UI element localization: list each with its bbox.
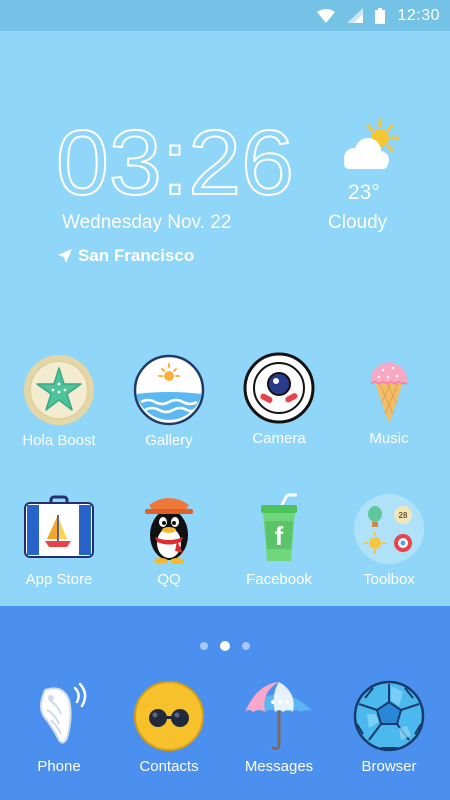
app-label: Hola Boost <box>22 432 96 449</box>
soccer-ball-icon <box>353 680 425 752</box>
page-dot[interactable] <box>200 642 208 650</box>
dock-phone[interactable]: Phone <box>9 680 109 775</box>
ice-cream-icon <box>353 352 425 424</box>
status-icons: 12:30 <box>317 5 440 26</box>
page-dot[interactable] <box>242 642 250 650</box>
dock-browser[interactable]: Browser <box>339 680 439 775</box>
battery-icon <box>375 7 386 24</box>
suitcase-icon <box>23 493 95 565</box>
app-toolbox[interactable]: 28 Toolbox <box>339 493 439 588</box>
dock-contacts[interactable]: Contacts <box>119 680 219 775</box>
wifi-icon <box>317 8 336 23</box>
sunglasses-face-icon <box>133 680 205 752</box>
dock: Phone Contacts Messages Browser <box>0 606 450 800</box>
drink-cup-icon: f <box>243 493 315 565</box>
svg-text:f: f <box>275 521 284 551</box>
umbrella-icon <box>243 680 315 752</box>
app-facebook[interactable]: f Facebook <box>229 493 329 588</box>
app-qq[interactable]: QQ <box>119 493 219 588</box>
app-app-store[interactable]: App Store <box>9 493 109 588</box>
clock-widget[interactable]: 03:26 <box>55 111 296 215</box>
seashell-icon <box>23 680 95 752</box>
app-label: Music <box>369 430 409 447</box>
camera-lens-icon <box>243 352 315 424</box>
location-arrow-icon <box>58 249 72 263</box>
status-bar: 12:30 <box>0 0 450 31</box>
toolbox-grid-icon: 28 <box>353 493 425 565</box>
app-label: Gallery <box>145 432 193 449</box>
dock-messages[interactable]: Messages <box>229 680 329 775</box>
location-label: San Francisco <box>78 246 195 265</box>
clock-time: 03:26 <box>56 120 294 200</box>
app-gallery[interactable]: Gallery <box>119 354 219 449</box>
app-label: Phone <box>37 758 81 775</box>
signal-icon <box>347 8 364 23</box>
status-time: 12:30 <box>397 6 440 24</box>
app-label: Messages <box>244 758 314 775</box>
app-label: Contacts <box>139 758 199 775</box>
app-label: Facebook <box>246 571 312 588</box>
app-label: QQ <box>157 571 181 588</box>
location[interactable]: San Francisco <box>58 246 194 266</box>
temperature: 23° <box>348 181 380 204</box>
app-label: Browser <box>361 758 417 775</box>
penguin-icon <box>133 493 205 565</box>
page-indicator[interactable] <box>0 641 450 651</box>
app-label: App Store <box>25 571 93 588</box>
app-camera[interactable]: Camera <box>229 352 329 447</box>
weather-condition: Cloudy <box>328 212 388 233</box>
page-dot-active[interactable] <box>220 641 230 651</box>
app-label: Camera <box>252 430 306 447</box>
sun-over-sea-icon <box>133 354 205 426</box>
app-hola-boost[interactable]: Hola Boost <box>9 354 109 449</box>
app-label: Toolbox <box>363 571 415 588</box>
app-music[interactable]: Music <box>339 352 439 447</box>
svg-text:28: 28 <box>399 511 408 520</box>
partly-cloudy-icon[interactable] <box>340 118 402 176</box>
clock-date: Wednesday Nov. 22 <box>62 212 232 233</box>
starfish-icon <box>23 354 95 426</box>
